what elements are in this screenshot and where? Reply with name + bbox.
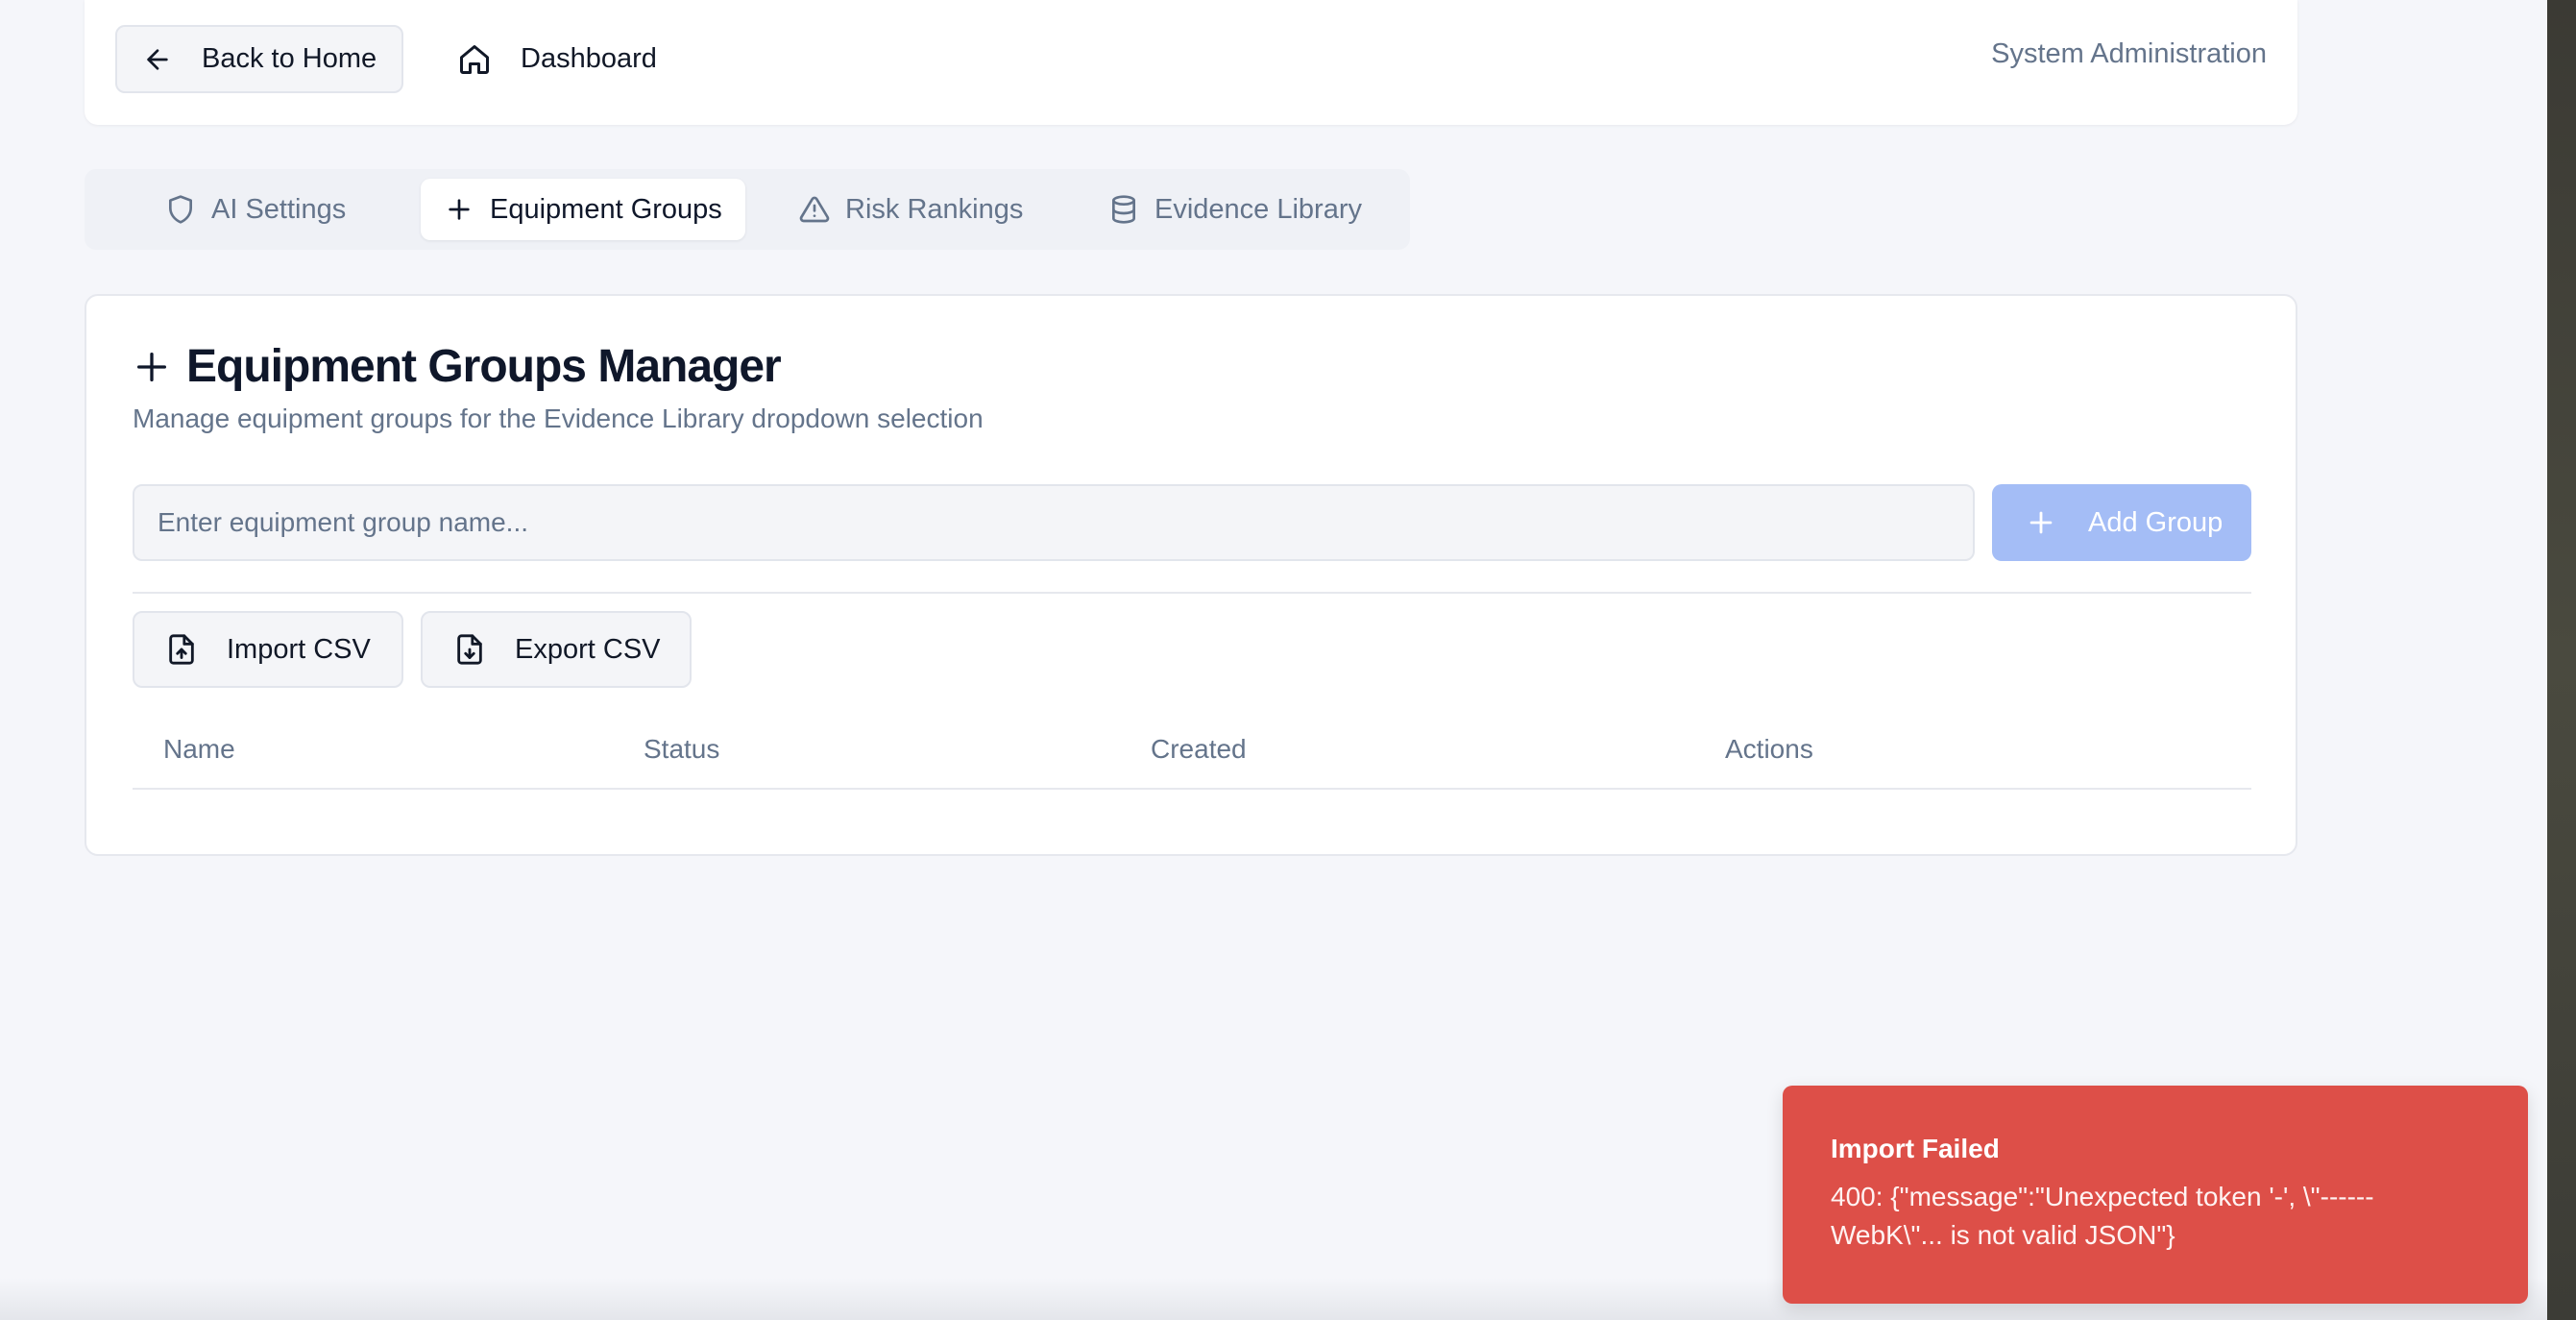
column-header-created[interactable]: Created xyxy=(1151,734,1247,765)
divider xyxy=(133,592,2251,594)
add-group-label: Add Group xyxy=(2088,506,2224,538)
tab-label: AI Settings xyxy=(211,193,347,225)
page-title: Equipment Groups Manager xyxy=(186,341,782,392)
tab-label: Risk Rankings xyxy=(845,193,1024,225)
top-header: Back to Home Dashboard System Administra… xyxy=(85,0,2297,125)
file-download-icon xyxy=(457,634,482,665)
column-header-status[interactable]: Status xyxy=(644,734,719,765)
table-header: Name Status Created Actions xyxy=(133,715,2251,790)
section-label: System Administration xyxy=(1991,38,2267,69)
column-header-name[interactable]: Name xyxy=(163,734,235,765)
tab-risk-rankings[interactable]: Risk Rankings xyxy=(776,179,1046,240)
toast-message: 400: {"message":"Unexpected token '-', \… xyxy=(1831,1182,2374,1250)
import-error-toast[interactable]: Import Failed 400: {"message":"Unexpecte… xyxy=(1783,1086,2528,1304)
import-csv-label: Import CSV xyxy=(227,633,371,665)
export-csv-label: Export CSV xyxy=(515,633,661,665)
plus-icon xyxy=(449,199,470,220)
home-icon xyxy=(460,44,489,74)
tab-evidence-library[interactable]: Evidence Library xyxy=(1085,179,1385,240)
back-to-home-button[interactable]: Back to Home xyxy=(115,25,403,93)
shield-icon xyxy=(169,195,192,224)
back-to-home-label: Back to Home xyxy=(202,43,377,74)
add-group-button[interactable]: Add Group xyxy=(1992,484,2251,561)
tab-label: Evidence Library xyxy=(1154,193,1362,225)
file-upload-icon xyxy=(169,634,194,665)
database-icon xyxy=(1112,195,1135,224)
card-subtitle: Manage equipment groups for the Evidence… xyxy=(133,403,984,433)
toast-title: Import Failed xyxy=(1831,1134,2000,1163)
tab-label: Equipment Groups xyxy=(490,193,722,225)
plus-icon xyxy=(137,352,166,381)
export-csv-button[interactable]: Export CSV xyxy=(421,611,692,688)
equipment-group-name-input[interactable] xyxy=(133,484,1975,561)
import-csv-button[interactable]: Import CSV xyxy=(133,611,403,688)
card-title: Equipment Groups Manager xyxy=(133,340,782,393)
window-edge xyxy=(2547,0,2576,1320)
tab-equipment-groups[interactable]: Equipment Groups xyxy=(421,179,745,240)
tab-ai-settings[interactable]: AI Settings xyxy=(142,179,369,240)
arrow-left-icon xyxy=(147,48,168,70)
plus-icon xyxy=(2029,511,2053,534)
admin-tabs: AI Settings Equipment Groups Risk Rankin… xyxy=(85,169,1410,250)
equipment-groups-card: Equipment Groups Manager Manage equipmen… xyxy=(85,294,2297,856)
dashboard-link[interactable]: Dashboard xyxy=(457,25,657,93)
warning-triangle-icon xyxy=(799,196,830,223)
column-header-actions: Actions xyxy=(1725,734,1813,764)
dashboard-label: Dashboard xyxy=(521,43,657,74)
